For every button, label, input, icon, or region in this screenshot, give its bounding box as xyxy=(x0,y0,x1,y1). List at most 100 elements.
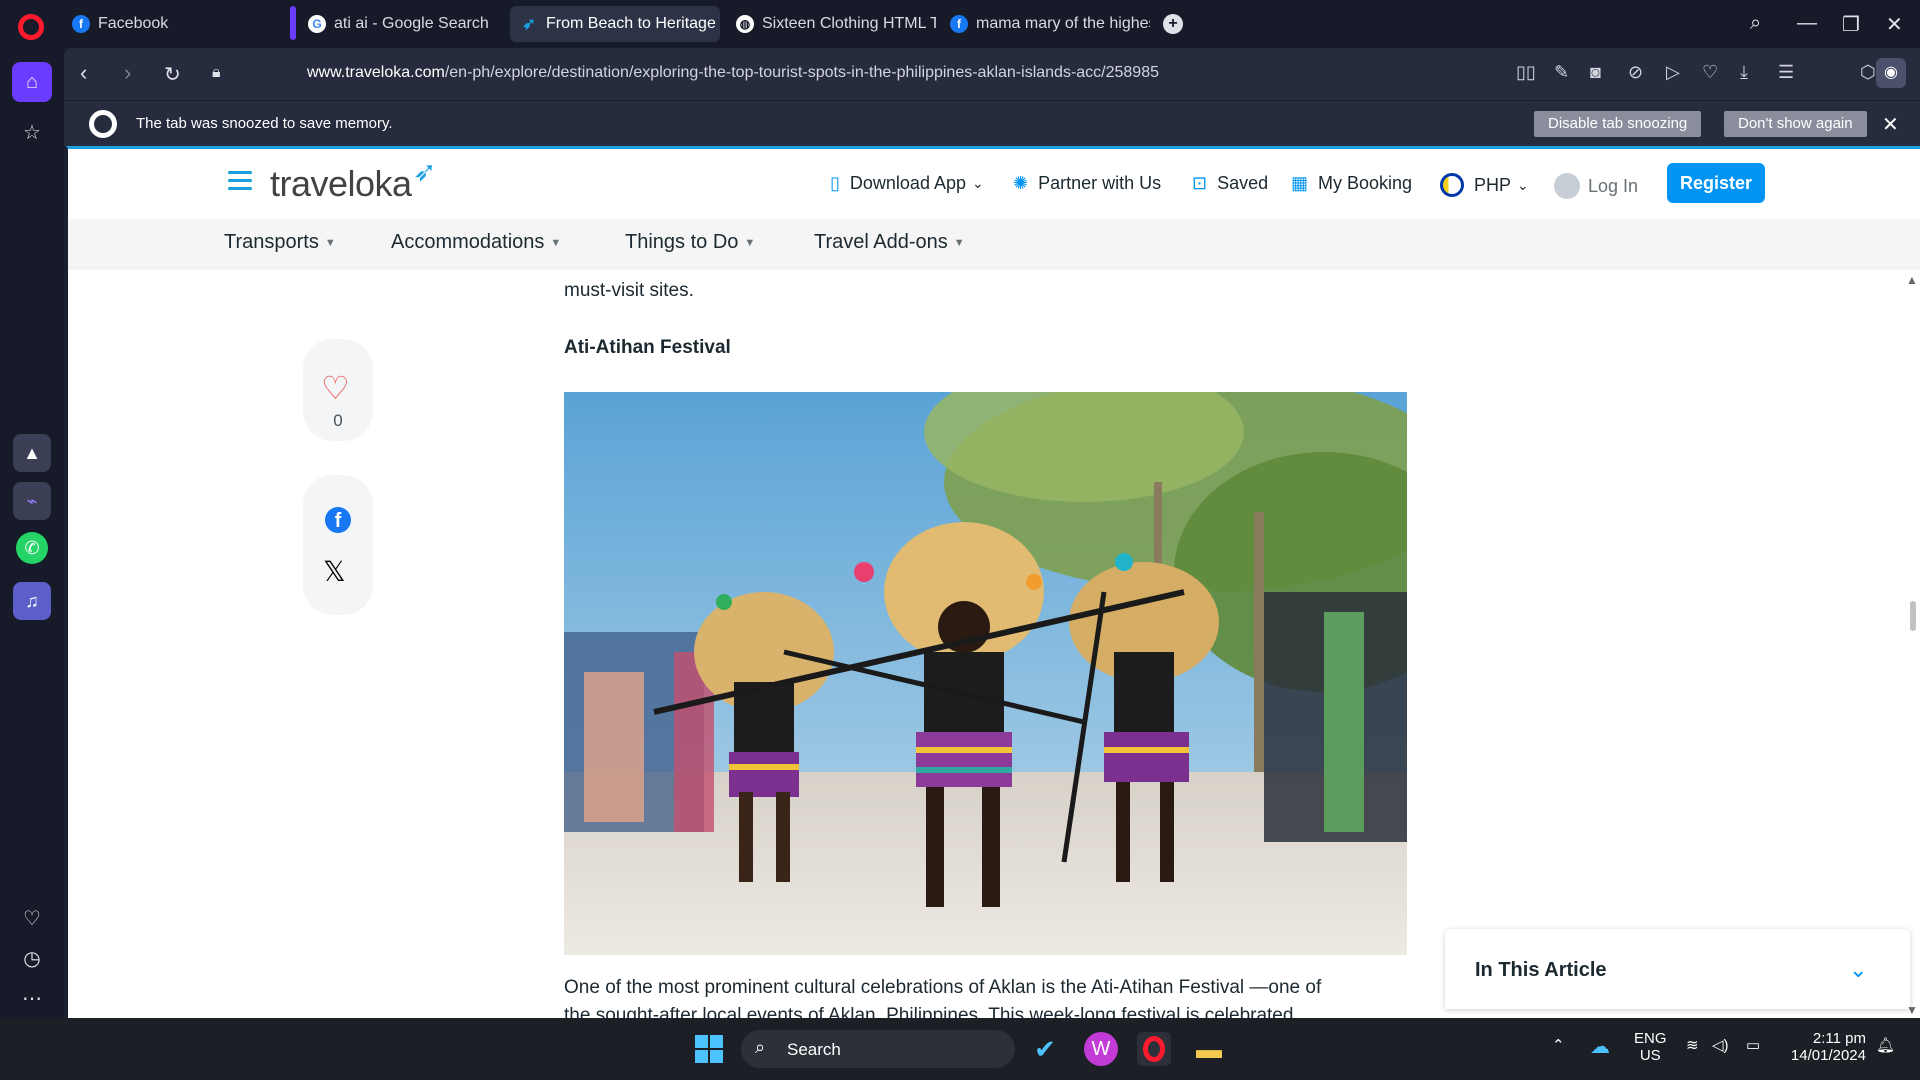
opera-taskbar-icon[interactable] xyxy=(1137,1032,1171,1066)
tab-traveloka[interactable]: ➶ From Beach to Heritage Si xyxy=(510,6,720,42)
onedrive-cloud-icon[interactable]: ☁ xyxy=(1590,1034,1610,1059)
snapshot-camera-icon[interactable]: ◙ xyxy=(1590,62,1601,83)
edit-page-icon[interactable]: ✎ xyxy=(1554,62,1569,83)
tab-google-search[interactable]: G ati ai - Google Search xyxy=(298,6,504,42)
profile-avatar-icon[interactable]: ◉ xyxy=(1876,58,1906,88)
login-link[interactable]: Log In xyxy=(1554,173,1638,199)
nav-label: Things to Do xyxy=(625,231,739,253)
browser-sidebar: ⌂ ☆ ▲ ⌁ ✆ ♫ ♡ ◷ ⋯ xyxy=(0,48,64,1018)
volume-icon[interactable]: ◁) xyxy=(1712,1036,1729,1054)
region-code: US xyxy=(1639,1047,1661,1064)
chevron-down-icon: ⌄ xyxy=(972,175,984,191)
saved-link[interactable]: ⊡ Saved xyxy=(1192,173,1268,194)
url-domain: www.traveloka.com xyxy=(307,64,445,81)
close-window-button[interactable]: ✕ xyxy=(1886,12,1903,37)
reload-icon[interactable]: ↻ xyxy=(164,62,181,87)
more-options-icon[interactable]: ⋯ xyxy=(12,978,52,1018)
hamburger-menu-icon[interactable] xyxy=(228,171,252,195)
language-code: ENG xyxy=(1634,1030,1667,1047)
article-paragraph: must-visit sites. xyxy=(564,280,694,301)
toc-title: In This Article xyxy=(1475,959,1607,981)
battery-icon[interactable]: ▭ xyxy=(1746,1036,1760,1054)
facebook-icon: f xyxy=(72,15,90,33)
booking-list-icon: ▦ xyxy=(1291,173,1309,193)
article-paragraph: One of the most prominent cultural celeb… xyxy=(564,977,1322,998)
home-icon[interactable]: ⌂ xyxy=(12,62,52,102)
currency-label: PHP xyxy=(1474,174,1512,195)
search-tabs-icon[interactable]: ⌕ xyxy=(1750,12,1761,35)
aria-ai-icon[interactable]: ▲ xyxy=(13,434,51,472)
todo-check-icon[interactable]: ✔ xyxy=(1028,1032,1062,1066)
messenger-icon[interactable]: ⌁ xyxy=(13,482,51,520)
whatsapp-icon[interactable]: ✆ xyxy=(16,532,48,564)
my-booking-link[interactable]: ▦ My Booking xyxy=(1291,173,1412,194)
clock[interactable]: 2:11 pm 14/01/2024 xyxy=(1784,1030,1866,1064)
restore-button[interactable]: ❐ xyxy=(1842,12,1860,37)
tab-title: mama mary of the highest xyxy=(976,15,1150,32)
tab-strip: f Facebook G ati ai - Google Search ➶ Fr… xyxy=(0,0,1920,48)
section-heading: Ati-Atihan Festival xyxy=(564,337,731,358)
ad-blocker-icon[interactable]: ⊘ xyxy=(1628,62,1643,83)
chevron-down-icon[interactable]: ⌄ xyxy=(1849,957,1867,983)
downloads-icon[interactable]: ⤓ xyxy=(1740,62,1748,83)
snooze-infobar: The tab was snoozed to save memory. Disa… xyxy=(64,100,1920,146)
minimize-button[interactable]: — xyxy=(1797,12,1817,35)
disable-snoozing-button[interactable]: Disable tab snoozing xyxy=(1534,111,1702,137)
nav-accommodations[interactable]: Accommodations ▼ xyxy=(391,231,561,254)
file-explorer-icon[interactable]: ▬ xyxy=(1192,1032,1226,1066)
x-share-icon[interactable]: 𝕏 xyxy=(323,555,346,588)
forward-icon[interactable]: › xyxy=(124,60,131,86)
flow-send-icon[interactable]: ▷ xyxy=(1666,62,1680,83)
tab-facebook-2[interactable]: f mama mary of the highest xyxy=(940,6,1150,42)
site-logo[interactable]: traveloka xyxy=(270,163,412,205)
tab-sixteen-clothing[interactable]: ◍ Sixteen Clothing HTML Te xyxy=(726,6,936,42)
download-app-link[interactable]: ▯ Download App ⌄ xyxy=(830,173,984,194)
tab-facebook[interactable]: f Facebook xyxy=(62,6,272,42)
notifications-bell-icon[interactable]: 🔔︎ xyxy=(1876,1036,1895,1054)
scrollbar-thumb[interactable] xyxy=(1910,601,1916,631)
currency-selector[interactable]: PHP ⌄ xyxy=(1440,173,1529,197)
history-clock-icon[interactable]: ◷ xyxy=(12,938,52,978)
scroll-down-icon[interactable]: ▼ xyxy=(1906,1003,1918,1017)
music-player-icon[interactable]: ♫ xyxy=(13,582,51,620)
scroll-up-icon[interactable]: ▲ xyxy=(1906,273,1918,287)
my-favorites-heart-icon[interactable]: ♡ xyxy=(1702,62,1718,83)
facebook-share-icon[interactable]: f xyxy=(325,507,351,533)
wifi-icon[interactable]: ≋ xyxy=(1686,1036,1699,1054)
caret-down-icon: ▼ xyxy=(744,236,756,249)
share-card: f 𝕏 xyxy=(303,475,373,615)
search-icon: ⌕ xyxy=(755,1037,766,1057)
show-hidden-icons-icon[interactable]: ⌃ xyxy=(1552,1036,1565,1054)
category-nav: Transports ▼ Accommodations ▼ Things to Do… xyxy=(68,219,1920,267)
my-booking-label: My Booking xyxy=(1318,173,1413,193)
caret-down-icon: ▼ xyxy=(324,236,336,249)
easy-setup-icon[interactable]: ☰ xyxy=(1778,62,1794,83)
wps-office-icon[interactable]: W xyxy=(1084,1032,1118,1066)
nav-things-to-do[interactable]: Things to Do ▼ xyxy=(625,231,755,254)
url-field[interactable]: www.traveloka.com/en-ph/explore/destinat… xyxy=(307,64,1159,82)
favorites-heart-icon[interactable]: ♡ xyxy=(12,898,52,938)
opera-menu-icon[interactable] xyxy=(18,14,44,40)
extensions-cube-icon[interactable]: ⬡ xyxy=(1860,62,1876,83)
close-infobar-icon[interactable]: ✕ xyxy=(1882,112,1899,137)
philippines-flag-icon xyxy=(1440,173,1464,197)
nav-transports[interactable]: Transports ▼ xyxy=(224,231,336,254)
nav-label: Transports xyxy=(224,231,319,253)
dont-show-again-button[interactable]: Don't show again xyxy=(1724,111,1867,137)
web-page: traveloka ➶ ▯ Download App ⌄ ✺ Partner w… xyxy=(66,146,1920,1018)
nav-travel-addons[interactable]: Travel Add-ons ▼ xyxy=(814,231,965,254)
heart-icon[interactable]: ♡ xyxy=(321,369,350,407)
caret-down-icon: ▼ xyxy=(550,236,562,249)
language-indicator[interactable]: ENG US xyxy=(1634,1030,1667,1064)
bookmarks-star-icon[interactable]: ☆ xyxy=(12,112,52,152)
back-icon[interactable]: ‹ xyxy=(80,60,87,86)
windows-start-icon[interactable] xyxy=(692,1032,726,1066)
partner-link[interactable]: ✺ Partner with Us xyxy=(1013,173,1161,194)
lock-icon: 🔒︎ xyxy=(212,64,221,81)
reader-mode-icon[interactable]: ▯▯ xyxy=(1516,62,1536,83)
table-of-contents-panel[interactable]: In This Article ⌄ xyxy=(1445,929,1910,1009)
like-card: ♡ 0 xyxy=(303,339,373,441)
register-button[interactable]: Register xyxy=(1667,163,1765,203)
new-tab-button[interactable]: + xyxy=(1163,14,1183,34)
taskbar-search[interactable]: ⌕ Search xyxy=(741,1030,1015,1068)
